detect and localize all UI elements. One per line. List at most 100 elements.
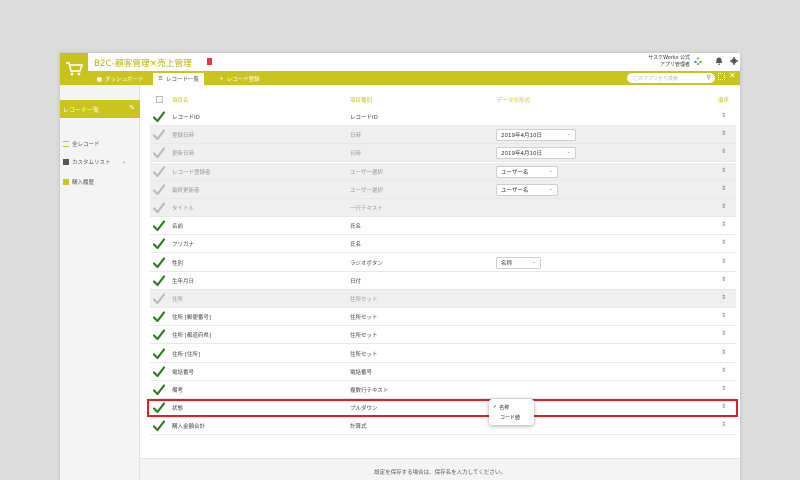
check-icon[interactable]	[152, 275, 166, 287]
sort-icon[interactable]: ⇕	[721, 239, 726, 246]
tab-record-register[interactable]: + レコード登録	[214, 73, 265, 85]
field-type: 日付	[350, 278, 362, 285]
sidebar-item-label: 購入履歴	[72, 180, 95, 186]
format-select-value: ユーザー名	[501, 187, 529, 194]
sidebar-item-custom-list[interactable]: カスタムリスト ⌄	[63, 157, 126, 167]
list-icon	[63, 141, 69, 147]
app-header: B2C-顧客管理×売上管理 サスケWorks 公式 アプリ管理者 ダッシュボード	[60, 53, 740, 85]
sort-icon[interactable]: ⇕	[721, 112, 726, 119]
check-icon[interactable]	[152, 202, 166, 214]
select-all-checkbox[interactable]	[156, 96, 163, 103]
gear-icon[interactable]	[730, 57, 738, 65]
field-name: レコード登録者	[172, 169, 211, 176]
chevron-down-icon[interactable]: ⌄	[122, 159, 127, 165]
format-select[interactable]: 2019年4月10日 ⌄	[496, 147, 576, 160]
tools-icon[interactable]: ✕	[729, 71, 736, 80]
sort-icon[interactable]: ⇕	[721, 185, 726, 192]
field-name: 住所 [住所]	[172, 351, 201, 358]
app-logo[interactable]	[60, 53, 88, 85]
user-role: アプリ管理者	[659, 62, 690, 68]
check-icon[interactable]	[152, 420, 166, 432]
footer-bar: 設定を保存する場合は、保存名を入力してください。	[140, 458, 740, 480]
sort-icon[interactable]: ⇕	[721, 276, 726, 283]
check-icon[interactable]	[152, 147, 166, 159]
chevron-down-icon: ⌄	[531, 258, 536, 265]
checkmark-icon: ✓	[493, 404, 498, 410]
user-info[interactable]: サスケWorks 公式 アプリ管理者	[648, 55, 690, 69]
check-icon[interactable]	[152, 220, 166, 232]
field-name: レコードID	[172, 115, 200, 121]
format-select[interactable]: 2019年4月10日 ⌄	[496, 129, 576, 142]
tab-record-list[interactable]: ☰ レコード一覧	[153, 73, 204, 85]
field-type: ラジオボタン	[350, 260, 383, 267]
sort-icon[interactable]: ⇕	[721, 385, 726, 392]
sort-icon[interactable]: ⇕	[721, 130, 726, 137]
check-icon[interactable]	[152, 329, 166, 341]
format-select[interactable]: ユーザー名 ⌄	[496, 165, 558, 178]
app-title: B2C-顧客管理×売上管理	[94, 59, 192, 69]
format-select[interactable]: 名称 ⌄	[496, 256, 541, 269]
field-type: 氏名	[350, 242, 362, 249]
field-type: 日時	[350, 151, 362, 158]
format-select-value: 2019年4月10日	[501, 151, 542, 158]
field-type: ユーザー選択	[350, 187, 383, 194]
sort-icon[interactable]: ⇕	[721, 421, 726, 428]
table-row: フリガナ 氏名 ⇕	[150, 235, 736, 254]
field-name: 最終更新者	[172, 187, 200, 194]
check-icon[interactable]	[152, 111, 166, 123]
qr-icon[interactable]	[718, 73, 725, 80]
table-row: 住所 [都道府県] 住所セット ⇕	[150, 326, 736, 345]
sort-icon[interactable]: ⇕	[721, 148, 726, 155]
check-icon[interactable]	[152, 238, 166, 250]
tab-record-list-label: レコード一覧	[165, 77, 199, 83]
field-type: ユーザー選択	[350, 169, 383, 176]
check-icon[interactable]	[152, 256, 166, 269]
check-icon[interactable]	[152, 293, 166, 305]
search-input[interactable]: このアプリから検索 ⚲	[627, 73, 715, 83]
apps-dots-icon[interactable]	[694, 57, 702, 65]
sort-icon[interactable]: ⇕	[721, 330, 726, 337]
folder-icon	[63, 159, 69, 165]
table-row: 電話番号 電話番号 ⇕	[150, 363, 736, 381]
table-row: 更新日時 日時 2019年4月10日 ⌄ ⇕	[150, 144, 736, 163]
sidebar-item-all-records[interactable]: 全レコード	[63, 139, 100, 149]
check-icon[interactable]	[152, 366, 166, 378]
table-row: 名前 氏名 ⇕	[150, 217, 736, 236]
check-icon[interactable]	[152, 184, 166, 196]
field-type: 一行テキスト	[350, 206, 383, 212]
table-row: レコードID レコードID ⇕	[150, 108, 736, 126]
sidebar-item-label: 全レコード	[72, 142, 100, 148]
dropdown-option[interactable]: コード値	[500, 413, 520, 421]
sort-icon[interactable]: ⇕	[721, 312, 726, 319]
check-icon[interactable]	[152, 347, 166, 360]
nav-dashboard[interactable]: ダッシュボード	[92, 73, 149, 85]
chevron-down-icon: ⌄	[548, 185, 553, 192]
format-dropdown-menu[interactable]: ✓ 名称 コード値	[489, 399, 534, 425]
field-name: 住所 [都道府県]	[172, 333, 212, 340]
bookmark-icon[interactable]	[207, 58, 212, 65]
dropdown-option[interactable]: ✓ 名称	[493, 403, 509, 411]
check-icon[interactable]	[152, 311, 166, 323]
col-header-order: 順序	[718, 98, 730, 104]
sort-icon[interactable]: ⇕	[721, 294, 726, 301]
field-name: 購入金額合計	[172, 424, 206, 431]
sort-icon[interactable]: ⇕	[721, 349, 726, 356]
field-name: 住所 [郵便番号]	[172, 315, 212, 322]
check-icon[interactable]	[152, 384, 166, 396]
sort-icon[interactable]: ⇕	[721, 367, 726, 374]
format-select[interactable]: ユーザー名 ⌄	[496, 183, 558, 196]
pin-icon[interactable]: ✎	[129, 104, 135, 112]
sidebar-header[interactable]: レコード一覧 ✎	[60, 100, 140, 118]
sort-icon[interactable]: ⇕	[721, 221, 726, 228]
sort-icon[interactable]: ⇕	[721, 258, 726, 265]
sort-icon[interactable]: ⇕	[721, 167, 726, 174]
check-icon[interactable]	[152, 165, 166, 178]
sidebar-item-purchase-history[interactable]: 購入履歴	[63, 177, 94, 187]
bell-icon[interactable]	[715, 57, 723, 65]
sort-icon[interactable]: ⇕	[721, 203, 726, 210]
check-icon[interactable]	[152, 129, 166, 141]
field-type: 複数行テキスト	[350, 388, 389, 394]
nav-bar: ダッシュボード ☰ レコード一覧 + レコード登録 このアプリから検索 ⚲ ✕	[88, 71, 740, 85]
field-name: 住所	[172, 297, 184, 303]
list-icon: ☰	[158, 76, 163, 82]
